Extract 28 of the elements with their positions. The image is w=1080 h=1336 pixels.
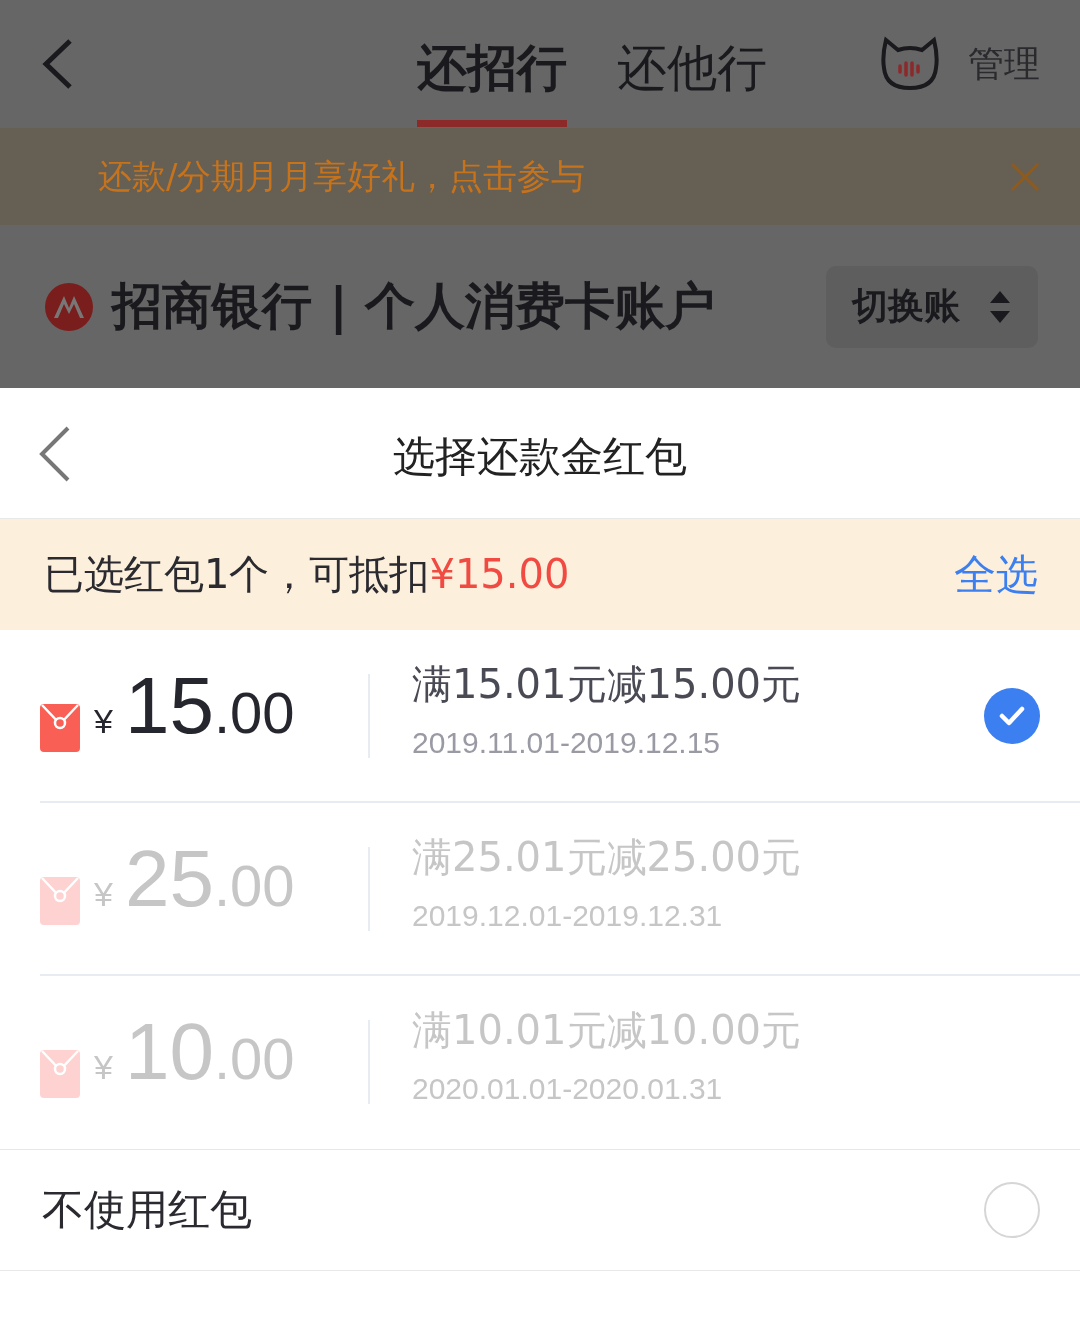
packet-amount: ¥10.00: [94, 1005, 295, 1098]
coupon-row[interactable]: ¥10.00 满10.01元减10.00元 2020.01.01-2020.01.31: [40, 976, 1080, 1149]
radio-button[interactable]: [984, 1182, 1040, 1238]
packet-period: 2019.11.01-2019.12.15: [412, 726, 722, 760]
no-packet-label: 不使用红包: [42, 1184, 252, 1236]
packet-rule: 满10.01元减10.00元: [412, 1006, 803, 1055]
switch-account-button[interactable]: 切换账: [826, 265, 1038, 348]
account-title: 招商银行 | 个人消费卡账户: [112, 276, 717, 337]
back-icon[interactable]: [40, 37, 74, 91]
packet-amount: ¥25.00: [94, 832, 295, 925]
packet-rule: 满15.01元减15.00元: [412, 660, 803, 709]
coupon-row[interactable]: ¥25.00 满25.01元减25.00元 2019.12.01-2019.12.31: [40, 803, 1080, 976]
tab[interactable]: 还他行: [617, 21, 767, 127]
packet-rule: 满25.01元减25.00元: [412, 833, 803, 882]
envelope-icon: [40, 703, 80, 752]
envelope-icon: [40, 876, 80, 925]
envelope-icon: [40, 1049, 80, 1098]
sheet-title: 选择还款金红包: [393, 431, 687, 483]
coupon-row[interactable]: ¥15.00 满15.01元减15.00元 2019.11.01-2019.12.15: [40, 630, 1080, 803]
packet-period: 2020.01.01-2020.01.31: [412, 1072, 724, 1106]
manage-link[interactable]: 管理: [968, 39, 1040, 89]
packet-period: 2019.12.01-2019.12.31: [412, 899, 724, 933]
promo-text[interactable]: 还款/分期月月享好礼，点击参与: [98, 153, 586, 200]
packet-amount: ¥15.00: [94, 659, 295, 752]
select-all-link[interactable]: 全选: [954, 546, 1038, 603]
cat-icon[interactable]: [880, 36, 940, 92]
summary-text: 已选红包1个，可抵扣¥15.00: [44, 550, 570, 599]
bank-logo-icon: [44, 281, 94, 332]
